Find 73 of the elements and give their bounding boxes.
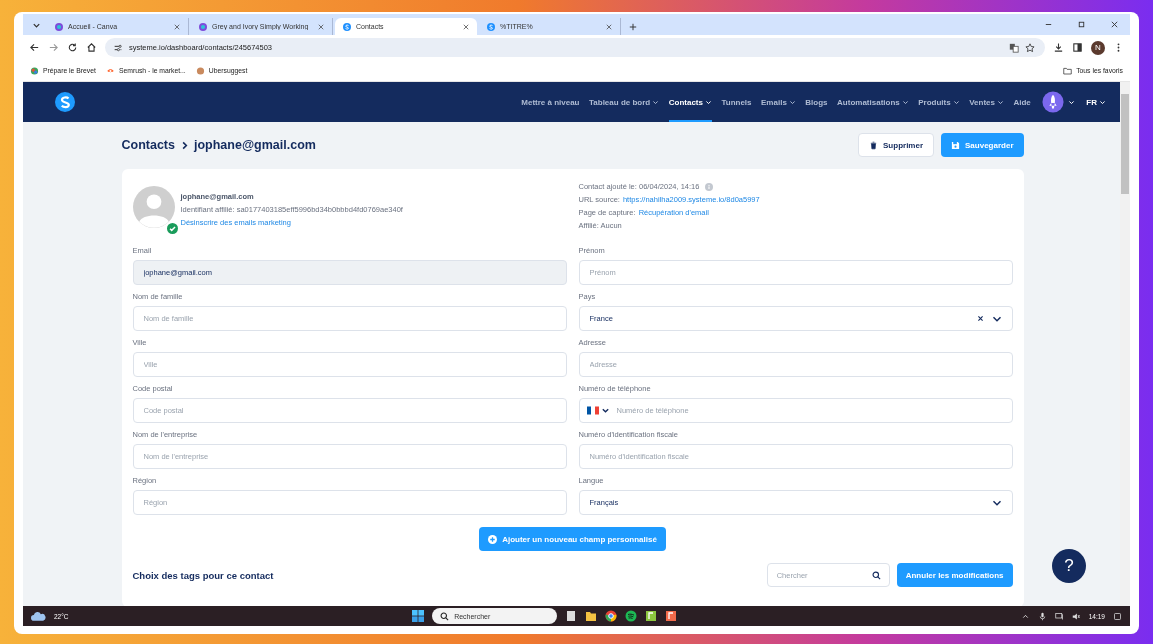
restore-icon[interactable]: [1077, 20, 1086, 29]
plus-circle-icon: [488, 534, 498, 544]
caret-icon[interactable]: [600, 406, 610, 415]
nav-item[interactable]: Mettre à niveau: [521, 82, 580, 122]
reload-icon[interactable]: [67, 42, 78, 53]
delete-button[interactable]: Supprimer: [858, 133, 935, 157]
notification-icon[interactable]: [1113, 611, 1122, 621]
caret-icon: [952, 98, 960, 106]
profile-avatar[interactable]: N: [1091, 40, 1105, 55]
chrome-icon[interactable]: [605, 610, 618, 622]
close-icon[interactable]: [463, 23, 469, 30]
section-title: Choix des tags pour ce contact: [132, 569, 274, 581]
account-avatar[interactable]: [1042, 91, 1065, 113]
close-icon[interactable]: [174, 23, 180, 30]
flag-icon[interactable]: [586, 406, 599, 415]
scrollbar[interactable]: [1120, 82, 1130, 606]
caret-icon: [704, 98, 712, 106]
app-icon[interactable]: [645, 610, 658, 622]
windows-start-icon[interactable]: [412, 610, 425, 622]
caret-icon: [997, 98, 1004, 106]
new-tab-icon[interactable]: [629, 23, 637, 31]
close-icon[interactable]: [606, 23, 612, 30]
user-avatar-icon: [132, 186, 175, 228]
nav-item[interactable]: Ventes: [969, 82, 1004, 122]
translate-icon[interactable]: [1009, 42, 1019, 53]
cloud-icon[interactable]: [31, 611, 46, 621]
nav-item[interactable]: Emails: [761, 82, 796, 122]
star-icon[interactable]: [1025, 42, 1035, 53]
search-icon: [440, 611, 450, 621]
globe-icon: [30, 66, 39, 75]
close-icon[interactable]: [318, 23, 324, 30]
breadcrumb-link[interactable]: Contacts: [121, 138, 175, 152]
search-icon: [871, 570, 881, 580]
back-icon[interactable]: [29, 42, 40, 53]
nav-item[interactable]: Tableau de bord: [589, 82, 660, 122]
close-icon[interactable]: [1110, 20, 1119, 29]
caret-icon[interactable]: [1067, 98, 1075, 106]
s-logo-icon: [343, 22, 351, 31]
music-app-icon[interactable]: [625, 610, 638, 622]
forward-icon[interactable]: [48, 42, 59, 53]
caret-icon: [788, 98, 796, 106]
caret-icon: [1099, 98, 1106, 106]
person-icon: [195, 66, 205, 75]
nav-item[interactable]: Blogs: [805, 82, 828, 122]
folder-icon: [1063, 66, 1073, 75]
language-menu[interactable]: FR: [1086, 82, 1106, 122]
help-button[interactable]: ?: [1052, 549, 1086, 583]
caret-icon: [652, 98, 660, 106]
rocket-icon: [1042, 91, 1065, 113]
site-settings-icon: [113, 42, 123, 53]
side-panel-icon[interactable]: [1072, 42, 1083, 53]
clear-icon[interactable]: [976, 315, 984, 322]
circle-logo-icon: [55, 22, 63, 31]
circle-logo-icon: [199, 22, 207, 31]
nav-item[interactable]: Tunnels: [721, 82, 752, 122]
s-logo-icon: [487, 22, 495, 31]
network-icon[interactable]: [1054, 611, 1064, 621]
flame-icon: [105, 66, 115, 75]
microphone-icon[interactable]: [1037, 611, 1047, 621]
folder-icon[interactable]: [585, 610, 598, 622]
app-icon[interactable]: [665, 610, 678, 622]
home-icon[interactable]: [86, 42, 97, 53]
caret-icon: [901, 98, 909, 106]
volume-icon[interactable]: [1071, 611, 1081, 621]
chevron-right-icon: [180, 140, 189, 150]
s-logo-icon[interactable]: [55, 92, 75, 112]
nav-item[interactable]: Automatisations: [837, 82, 909, 122]
nav-item[interactable]: Aide: [1013, 82, 1031, 122]
nav-item[interactable]: Produits: [918, 82, 960, 122]
breadcrumb-current: jophane@gmail.com: [194, 138, 316, 152]
download-icon[interactable]: [1053, 42, 1064, 53]
file-icon[interactable]: [565, 610, 578, 622]
trash-icon: [869, 140, 878, 150]
